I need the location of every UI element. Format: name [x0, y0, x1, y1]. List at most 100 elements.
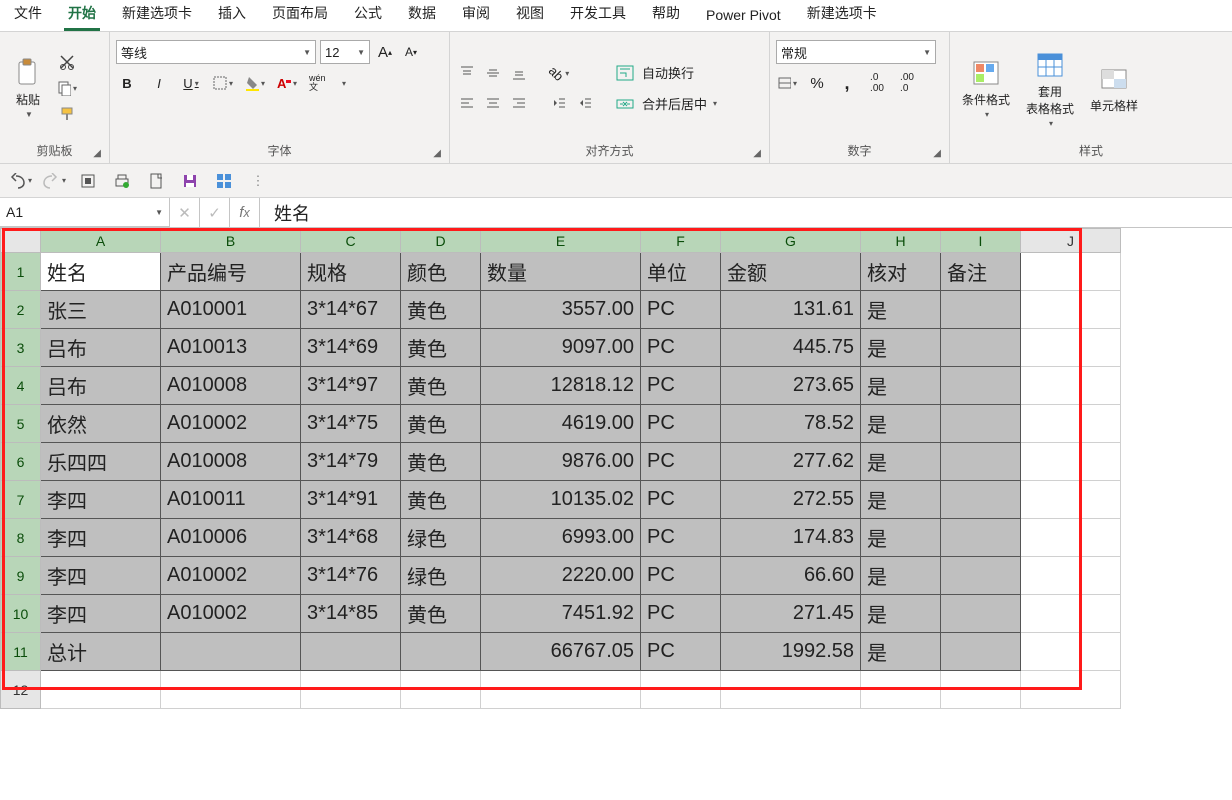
cell[interactable]: 是 [861, 367, 941, 405]
increase-indent-button[interactable] [574, 92, 596, 114]
menu-tab-4[interactable]: 页面布局 [268, 0, 332, 31]
cell[interactable]: PC [641, 519, 721, 557]
cell[interactable]: 李四 [41, 481, 161, 519]
cell[interactable] [401, 633, 481, 671]
wrap-text-button[interactable]: 自动换行 [610, 61, 723, 84]
copy-button[interactable]: ▾ [56, 77, 78, 99]
menu-tab-12[interactable]: 新建选项卡 [803, 0, 881, 31]
cell[interactable] [1021, 253, 1121, 291]
qat-apps-button[interactable] [212, 169, 236, 193]
accounting-format-button[interactable]: ▾ [776, 72, 798, 94]
cell[interactable] [161, 671, 301, 709]
cell[interactable] [941, 367, 1021, 405]
cell[interactable]: 是 [861, 519, 941, 557]
menu-tab-0[interactable]: 文件 [10, 0, 46, 31]
row-header[interactable]: 9 [1, 557, 41, 595]
cell[interactable] [1021, 557, 1121, 595]
borders-button[interactable]: ▾ [212, 72, 234, 94]
cell[interactable]: 1992.58 [721, 633, 861, 671]
align-bottom-button[interactable] [508, 62, 530, 84]
fill-color-button[interactable]: ▾ [244, 72, 266, 94]
format-as-table-button[interactable]: 套用 表格格式▾ [1020, 45, 1080, 132]
cell[interactable]: 是 [861, 633, 941, 671]
cell[interactable] [941, 291, 1021, 329]
cell[interactable]: A010006 [161, 519, 301, 557]
cell[interactable]: 是 [861, 595, 941, 633]
menu-tab-8[interactable]: 视图 [512, 0, 548, 31]
italic-button[interactable]: I [148, 72, 170, 94]
cell[interactable]: 是 [861, 405, 941, 443]
column-header[interactable]: H [861, 229, 941, 253]
increase-font-button[interactable]: A▴ [374, 41, 396, 63]
cell[interactable] [1021, 633, 1121, 671]
cell[interactable]: PC [641, 329, 721, 367]
row-header[interactable]: 6 [1, 443, 41, 481]
cell[interactable] [1021, 367, 1121, 405]
paste-button[interactable]: 粘贴 ▼ [6, 53, 50, 123]
dialog-launcher-icon[interactable]: ◢ [933, 148, 941, 159]
cell[interactable]: 12818.12 [481, 367, 641, 405]
cell[interactable] [301, 633, 401, 671]
cell[interactable]: A010008 [161, 443, 301, 481]
cell[interactable] [1021, 291, 1121, 329]
dialog-launcher-icon[interactable]: ◢ [93, 148, 101, 159]
column-header[interactable]: G [721, 229, 861, 253]
bold-button[interactable]: B [116, 72, 138, 94]
cell[interactable]: 备注 [941, 253, 1021, 291]
cell[interactable]: 绿色 [401, 557, 481, 595]
cell[interactable]: 是 [861, 443, 941, 481]
cell[interactable]: 颜色 [401, 253, 481, 291]
cell[interactable] [401, 671, 481, 709]
column-header[interactable]: J [1021, 229, 1121, 253]
cell[interactable]: 依然 [41, 405, 161, 443]
cell[interactable]: 产品编号 [161, 253, 301, 291]
cell[interactable]: 黄色 [401, 481, 481, 519]
menu-tab-2[interactable]: 新建选项卡 [118, 0, 196, 31]
cell[interactable] [641, 671, 721, 709]
cell[interactable] [41, 671, 161, 709]
row-header[interactable]: 11 [1, 633, 41, 671]
row-header[interactable]: 3 [1, 329, 41, 367]
cell[interactable]: 李四 [41, 557, 161, 595]
row-header[interactable]: 4 [1, 367, 41, 405]
menu-tab-9[interactable]: 开发工具 [566, 0, 630, 31]
menu-tab-10[interactable]: 帮助 [648, 0, 684, 31]
cell[interactable]: PC [641, 405, 721, 443]
cell[interactable]: 黄色 [401, 291, 481, 329]
cell[interactable] [1021, 481, 1121, 519]
cell[interactable]: 131.61 [721, 291, 861, 329]
cell[interactable] [941, 329, 1021, 367]
row-header[interactable]: 5 [1, 405, 41, 443]
cell[interactable]: 3*14*75 [301, 405, 401, 443]
dialog-launcher-icon[interactable]: ◢ [433, 148, 441, 159]
cell[interactable]: A010011 [161, 481, 301, 519]
select-all-corner[interactable] [1, 229, 41, 253]
comma-button[interactable]: , [836, 72, 858, 94]
cell[interactable]: 吕布 [41, 329, 161, 367]
cell[interactable]: 李四 [41, 595, 161, 633]
cell[interactable]: 273.65 [721, 367, 861, 405]
column-header[interactable]: D [401, 229, 481, 253]
cell[interactable]: 是 [861, 557, 941, 595]
font-color-button[interactable]: A▾ [276, 72, 298, 94]
cell[interactable] [301, 671, 401, 709]
increase-decimal-button[interactable]: .0.00 [866, 72, 888, 94]
cell[interactable]: 7451.92 [481, 595, 641, 633]
cell[interactable] [941, 405, 1021, 443]
cell[interactable]: 黄色 [401, 329, 481, 367]
cell[interactable]: 金额 [721, 253, 861, 291]
cell[interactable] [1021, 443, 1121, 481]
cell[interactable]: PC [641, 557, 721, 595]
cell[interactable] [161, 633, 301, 671]
cell[interactable] [721, 671, 861, 709]
cell[interactable]: 3*14*79 [301, 443, 401, 481]
number-format-select[interactable]: 常规▼ [776, 40, 936, 64]
cell[interactable]: 规格 [301, 253, 401, 291]
cell[interactable] [481, 671, 641, 709]
cell[interactable]: 姓名 [41, 253, 161, 291]
row-header[interactable]: 8 [1, 519, 41, 557]
cell[interactable]: PC [641, 291, 721, 329]
cell[interactable]: 78.52 [721, 405, 861, 443]
row-header[interactable]: 12 [1, 671, 41, 709]
cell[interactable]: 9876.00 [481, 443, 641, 481]
